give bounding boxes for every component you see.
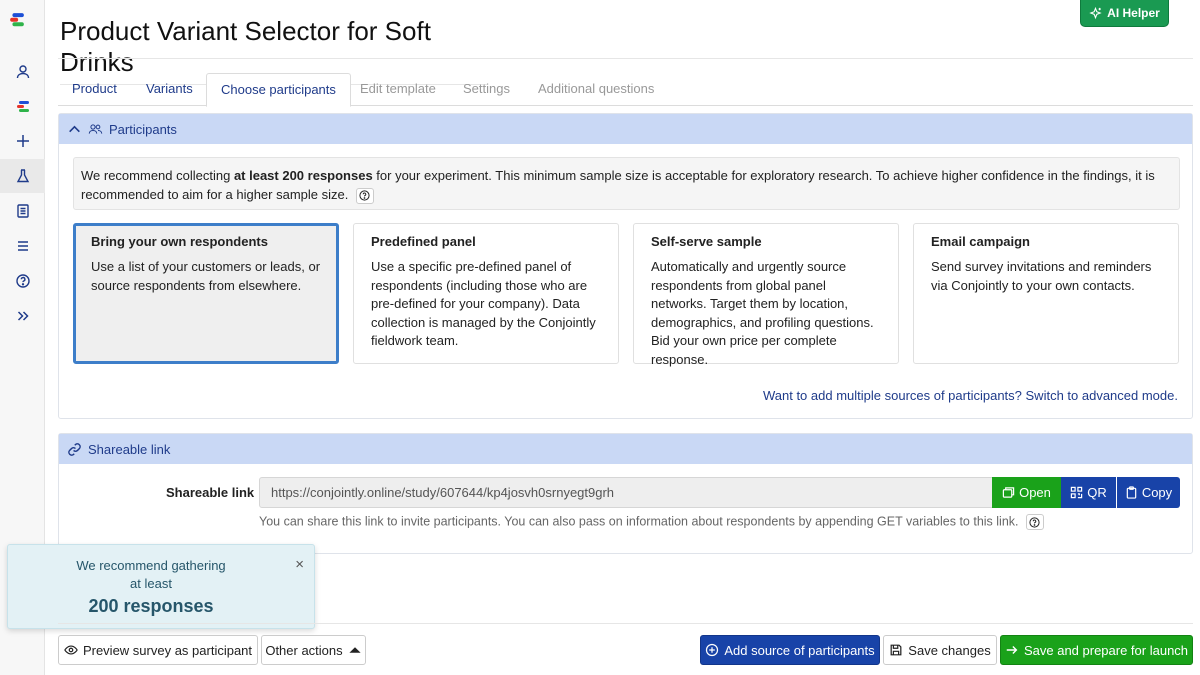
toast-emphasis: 200 responses bbox=[88, 596, 214, 616]
copy-link-button[interactable]: Copy bbox=[1117, 477, 1180, 508]
save-changes-label: Save changes bbox=[908, 642, 991, 658]
tab-product[interactable]: Product bbox=[58, 73, 131, 106]
shareable-link-panel: Shareable link Shareable link https://co… bbox=[58, 433, 1193, 554]
other-actions-button[interactable]: Other actions bbox=[261, 635, 366, 665]
logo-small-icon[interactable] bbox=[0, 89, 45, 123]
tab-bar: Product Variants Choose participants Edi… bbox=[58, 73, 1193, 107]
copy-label: Copy bbox=[1141, 485, 1173, 500]
advanced-mode-link[interactable]: Want to add multiple sources of particip… bbox=[763, 388, 1178, 403]
user-icon[interactable] bbox=[0, 55, 45, 89]
preview-label: Preview survey as participant bbox=[82, 642, 253, 658]
shareable-link-field[interactable]: https://conjointly.online/study/607644/k… bbox=[259, 477, 993, 508]
expand-icon[interactable] bbox=[0, 299, 45, 333]
ai-helper-button[interactable]: AI Helper bbox=[1080, 0, 1169, 27]
qr-icon bbox=[1071, 486, 1083, 499]
share-help-text: You can share this link to invite partic… bbox=[259, 514, 1019, 529]
sample-size-notice: We recommend collecting at least 200 res… bbox=[73, 157, 1180, 210]
toast-close-button[interactable]: × bbox=[295, 556, 304, 573]
source-card-predefined-panel[interactable]: Predefined panel Use a specific pre-defi… bbox=[353, 223, 619, 364]
header-divider bbox=[58, 58, 1193, 59]
tab-additional-questions[interactable]: Additional questions bbox=[524, 73, 668, 106]
question-icon bbox=[359, 190, 371, 201]
card-title: Email campaign bbox=[931, 234, 1030, 249]
eye-icon bbox=[64, 645, 78, 655]
source-card-self-serve[interactable]: Self-serve sample Automatically and urge… bbox=[633, 223, 899, 367]
card-title: Bring your own respondents bbox=[91, 234, 268, 249]
other-actions-label: Other actions bbox=[265, 642, 343, 658]
tab-choose-participants[interactable]: Choose participants bbox=[206, 73, 351, 107]
notice-text-bold: at least 200 responses bbox=[233, 168, 373, 183]
tab-settings[interactable]: Settings bbox=[449, 73, 524, 106]
window-icon bbox=[1002, 487, 1015, 498]
save-changes-button[interactable]: Save changes bbox=[883, 635, 997, 665]
help-icon[interactable] bbox=[0, 264, 45, 298]
card-description: Use a list of your customers or leads, o… bbox=[91, 259, 321, 293]
toast-line-2: at least bbox=[130, 576, 172, 591]
card-description: Send survey invitations and reminders vi… bbox=[931, 259, 1152, 293]
qr-label: QR bbox=[1087, 485, 1107, 500]
chevron-up-icon bbox=[69, 125, 80, 132]
participants-heading: Participants bbox=[109, 121, 177, 137]
source-card-email-campaign[interactable]: Email campaign Send survey invitations a… bbox=[913, 223, 1179, 364]
plus-icon[interactable] bbox=[0, 124, 45, 158]
tab-variants[interactable]: Variants bbox=[132, 73, 207, 106]
caret-up-icon bbox=[349, 647, 361, 653]
open-label: Open bbox=[1019, 485, 1051, 500]
link-icon bbox=[68, 442, 81, 456]
save-and-launch-button[interactable]: Save and prepare for launch bbox=[1000, 635, 1193, 665]
footer-divider bbox=[58, 623, 1193, 624]
participants-panel: Participants We recommend collecting at … bbox=[58, 113, 1193, 419]
menu-icon[interactable] bbox=[0, 229, 45, 263]
ai-helper-label: AI Helper bbox=[1107, 6, 1160, 20]
add-source-button[interactable]: Add source of participants bbox=[700, 635, 880, 665]
open-link-button[interactable]: Open bbox=[992, 477, 1061, 508]
source-card-byo[interactable]: Bring your own respondents Use a list of… bbox=[73, 223, 339, 364]
floppy-icon bbox=[890, 644, 902, 656]
sparkle-icon bbox=[1089, 6, 1102, 19]
flask-icon[interactable] bbox=[0, 159, 45, 193]
shareable-link-label: Shareable link bbox=[166, 485, 255, 500]
shareable-link-help: You can share this link to invite partic… bbox=[259, 514, 1044, 530]
card-description: Use a specific pre-defined panel of resp… bbox=[371, 259, 596, 348]
toast-message: We recommend gathering at least bbox=[8, 557, 294, 593]
qr-code-button[interactable]: QR bbox=[1061, 477, 1116, 508]
card-title: Predefined panel bbox=[371, 234, 476, 249]
shareable-link-heading: Shareable link bbox=[88, 441, 171, 457]
toast-line-1: We recommend gathering bbox=[76, 558, 226, 573]
add-source-label: Add source of participants bbox=[724, 642, 875, 658]
card-description: Automatically and urgently source respon… bbox=[651, 259, 874, 367]
share-help-badge[interactable] bbox=[1025, 514, 1044, 530]
tab-edit-template[interactable]: Edit template bbox=[346, 73, 450, 106]
document-icon[interactable] bbox=[0, 194, 45, 228]
preview-survey-button[interactable]: Preview survey as participant bbox=[58, 635, 258, 665]
notice-text-before: We recommend collecting bbox=[81, 168, 234, 183]
arrow-right-icon bbox=[1006, 646, 1018, 654]
clipboard-icon bbox=[1126, 486, 1137, 499]
shareable-link-panel-header: Shareable link bbox=[59, 434, 1192, 464]
save-launch-label: Save and prepare for launch bbox=[1023, 642, 1189, 658]
conjointly-logo[interactable] bbox=[9, 12, 37, 40]
plus-circle-icon bbox=[706, 643, 719, 657]
recommendation-toast: We recommend gathering at least 200 resp… bbox=[7, 544, 315, 629]
users-icon bbox=[88, 123, 103, 134]
participants-panel-header[interactable]: Participants bbox=[59, 114, 1192, 144]
question-icon bbox=[1029, 516, 1041, 528]
card-title: Self-serve sample bbox=[651, 234, 762, 249]
notice-help-badge[interactable] bbox=[355, 187, 374, 204]
